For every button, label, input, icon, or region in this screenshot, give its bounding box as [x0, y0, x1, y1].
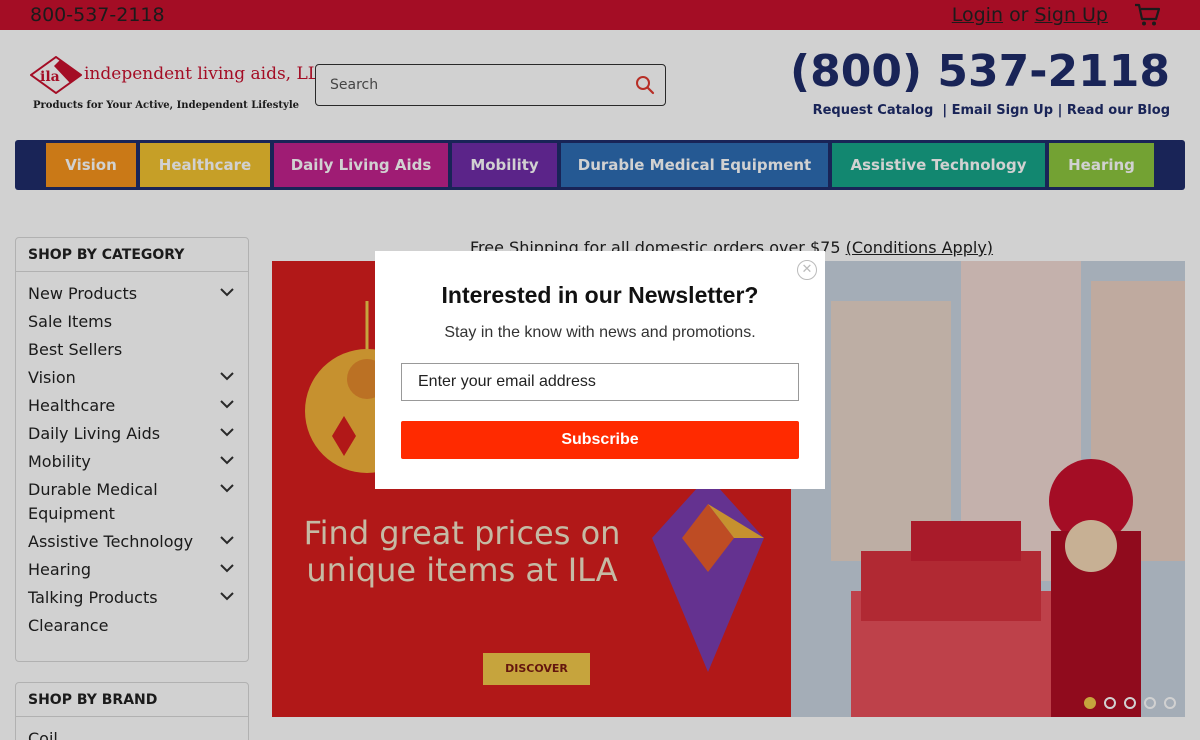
modal-subtitle: Stay in the know with news and promotion… — [444, 324, 756, 341]
email-field[interactable] — [401, 363, 799, 401]
modal-title: Interested in our Newsletter? — [441, 282, 759, 308]
newsletter-modal: ✕ Interested in our Newsletter? Stay in … — [375, 251, 825, 489]
close-icon[interactable]: ✕ — [797, 260, 817, 280]
subscribe-button[interactable]: Subscribe — [401, 421, 799, 459]
